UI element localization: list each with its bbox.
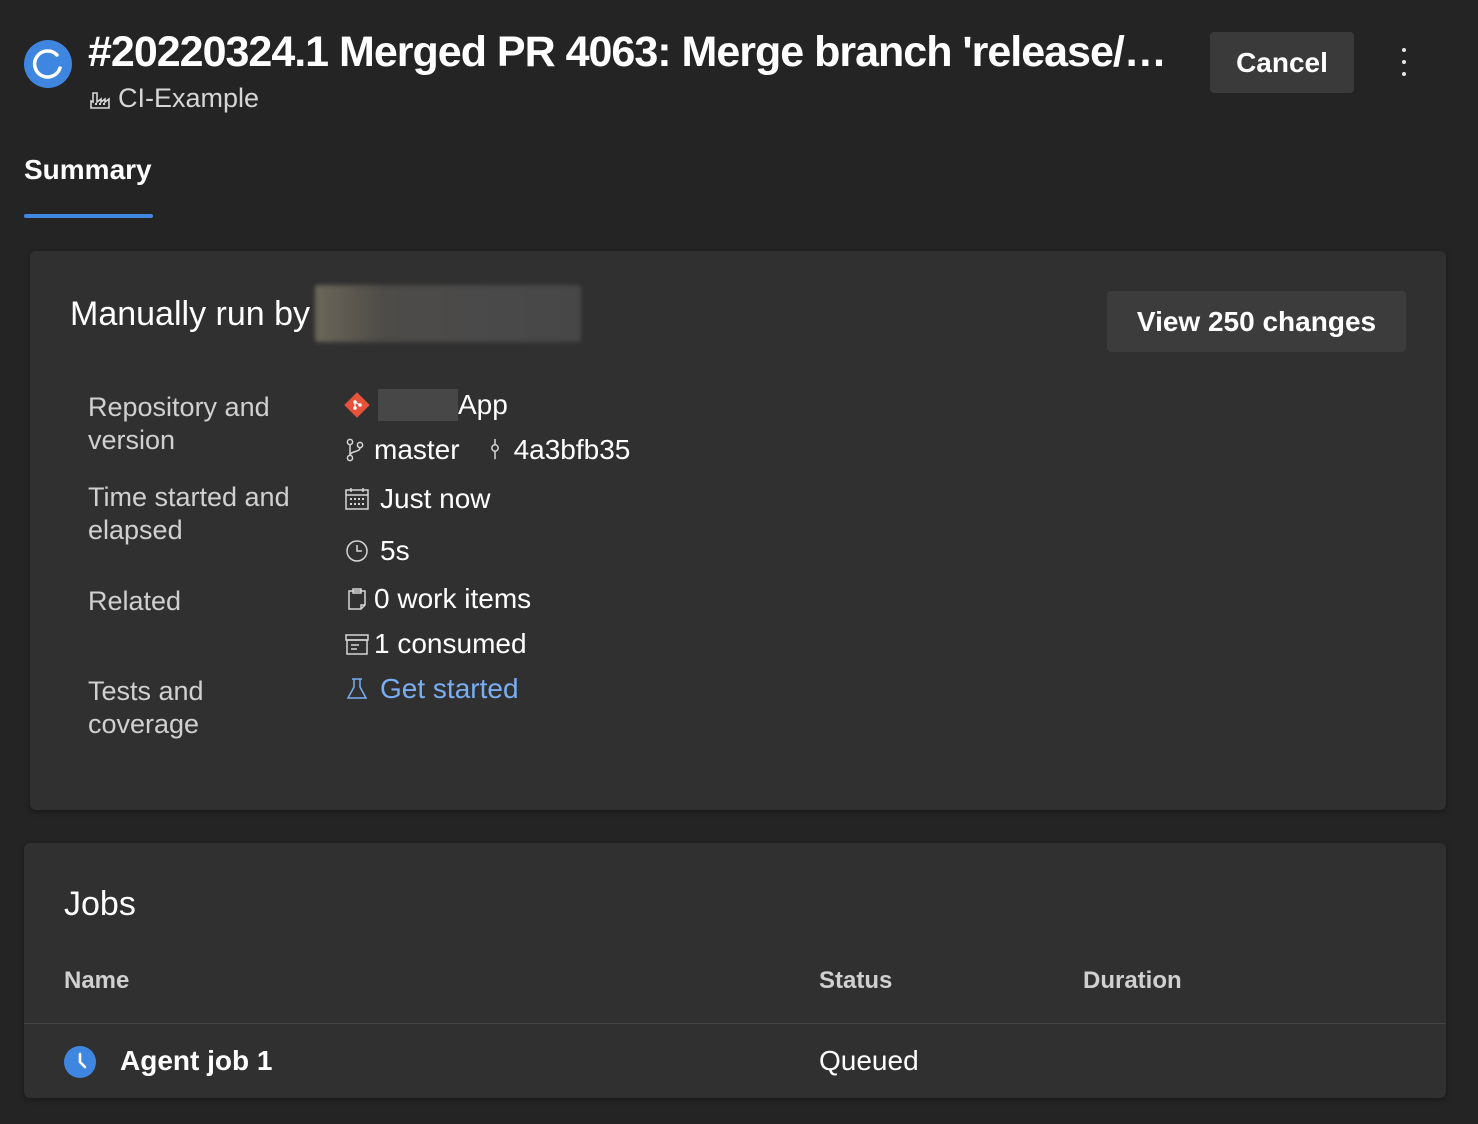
elapsed-text: 5s <box>380 535 410 566</box>
commit-hash[interactable]: 4a3bfb35 <box>514 434 631 466</box>
tab-selected-indicator <box>24 214 153 218</box>
work-items-value[interactable]: 0 work items <box>344 583 531 615</box>
commit-icon <box>490 439 499 460</box>
consumed-text: 1 consumed <box>374 628 527 659</box>
repository-label: Repository and version <box>88 392 270 455</box>
get-started-link[interactable]: Get started <box>380 673 519 705</box>
run-title: #20220324.1 Merged PR 4063: Merge branch… <box>88 28 1178 76</box>
calendar-icon <box>345 488 369 510</box>
jobs-card: Jobs Name Status Duration Agent job 1 Qu… <box>24 843 1446 1098</box>
in-progress-status-icon <box>24 40 72 88</box>
work-items-text: 0 work items <box>374 583 532 614</box>
clock-icon <box>346 540 368 562</box>
repository-name: App <box>458 389 508 420</box>
build-run-page: #20220324.1 Merged PR 4063: Merge branch… <box>0 0 1478 1124</box>
job-name[interactable]: Agent job 1 <box>120 1045 272 1077</box>
redacted-repo-prefix <box>378 389 458 421</box>
tests-label: Tests and coverage <box>88 676 204 739</box>
queued-clock-icon <box>64 1046 96 1078</box>
job-status: Queued <box>819 1045 919 1076</box>
branch-icon <box>346 438 364 462</box>
pipeline-link[interactable]: CI-Example <box>88 83 259 114</box>
consumed-value[interactable]: 1 consumed <box>344 628 527 660</box>
repository-value[interactable]: App <box>344 389 508 421</box>
run-by-text: Manually run by <box>70 295 311 333</box>
jobs-divider <box>24 1023 1446 1024</box>
time-label: Time started and elapsed <box>88 482 290 545</box>
elapsed-value: 5s <box>344 535 410 567</box>
view-changes-button[interactable]: View 250 changes <box>1107 291 1406 352</box>
column-header-name: Name <box>64 967 130 994</box>
tests-value[interactable]: Get started <box>344 673 519 705</box>
summary-card: Manually run by View 250 changes Reposit… <box>30 251 1446 810</box>
pipeline-name: CI-Example <box>118 83 260 113</box>
git-repo-icon <box>344 392 370 418</box>
column-header-duration: Duration <box>1083 967 1182 994</box>
branch-name[interactable]: master <box>374 434 460 466</box>
version-value: master 4a3bfb35 <box>344 434 630 466</box>
flask-icon <box>346 678 368 699</box>
related-label: Related <box>88 586 182 616</box>
jobs-title: Jobs <box>64 885 136 923</box>
cancel-button[interactable]: Cancel <box>1210 32 1354 93</box>
artifact-icon <box>345 634 369 655</box>
tab-summary[interactable]: Summary <box>24 154 152 186</box>
pipeline-icon <box>90 91 110 109</box>
work-item-icon <box>348 588 366 610</box>
column-header-status: Status <box>819 967 893 994</box>
redacted-user-name <box>315 285 581 342</box>
started-value: Just now <box>344 483 491 515</box>
more-actions-icon[interactable] <box>1386 40 1422 84</box>
started-text: Just now <box>380 483 491 514</box>
